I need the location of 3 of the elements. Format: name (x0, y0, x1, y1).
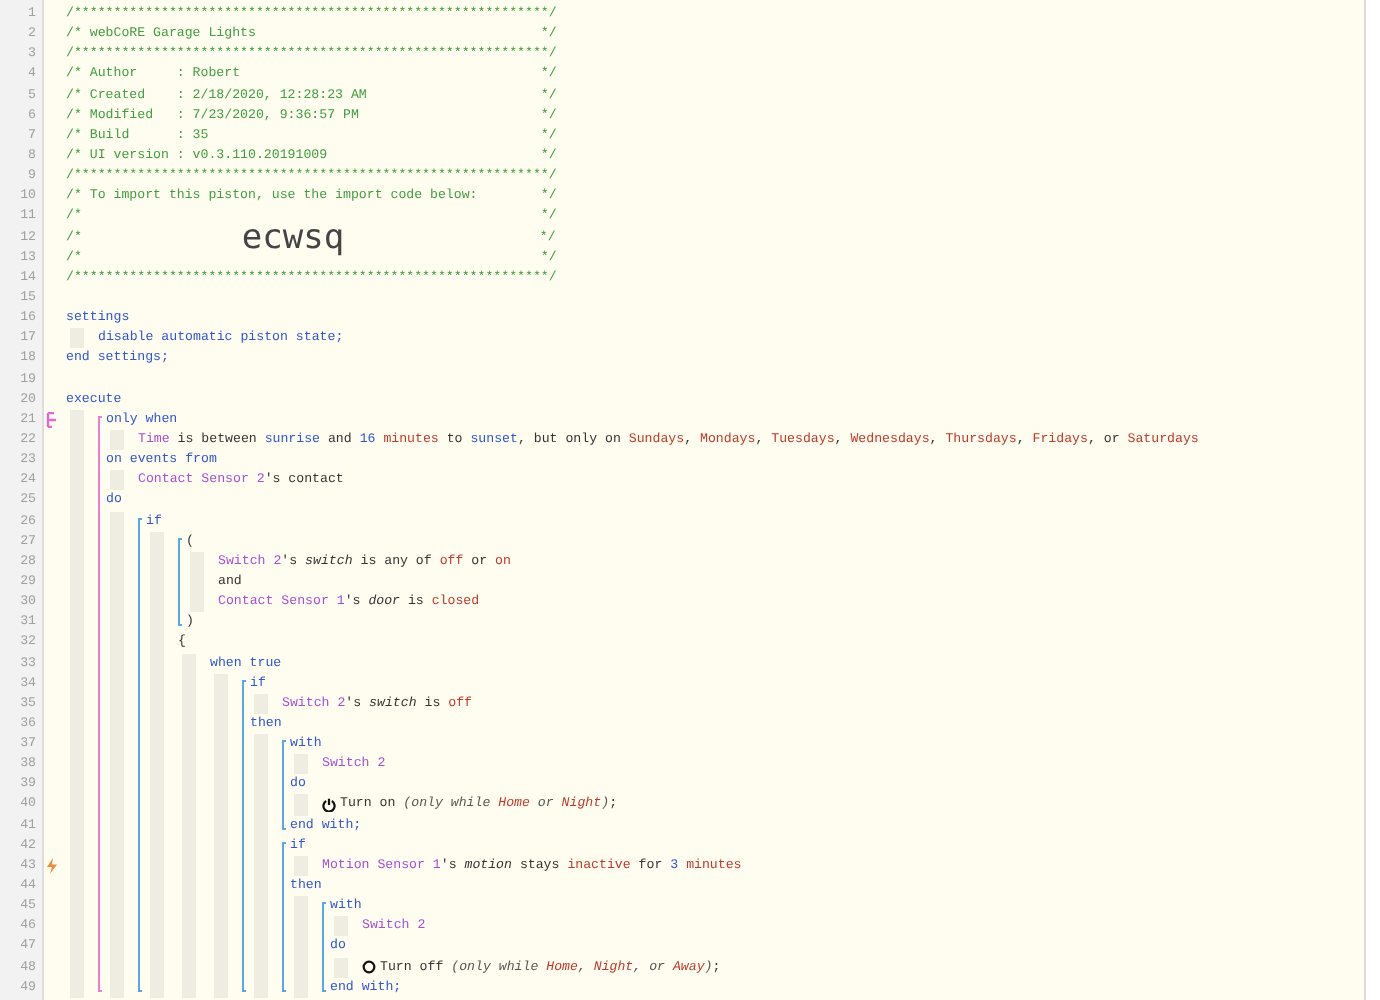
restriction-icon (46, 411, 58, 428)
ring-icon (362, 960, 376, 975)
power-icon (322, 798, 336, 813)
